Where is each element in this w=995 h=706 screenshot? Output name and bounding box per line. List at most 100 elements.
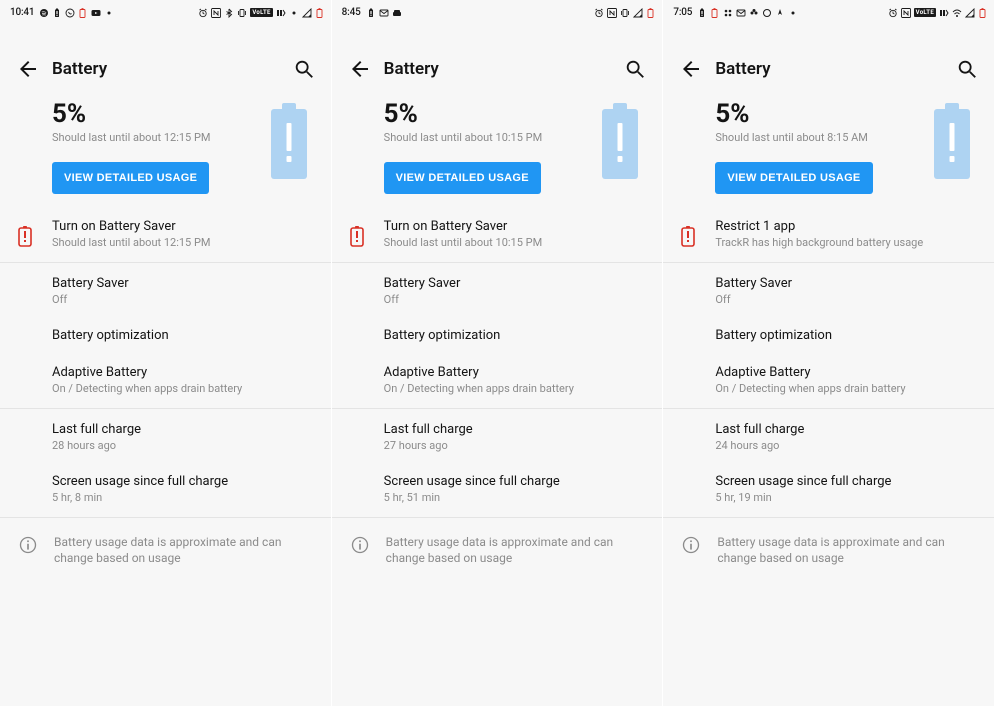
setting-sub: On / Detecting when apps drain battery — [52, 382, 315, 395]
lte-icon — [276, 8, 286, 18]
back-button[interactable] — [348, 57, 372, 81]
stat-sub: 24 hours ago — [715, 439, 978, 452]
setting-sub: On / Detecting when apps drain battery — [715, 382, 978, 395]
dot-icon — [788, 8, 798, 18]
search-button[interactable] — [624, 58, 646, 80]
status-bar: 10:41 VoLTE — [0, 0, 331, 22]
phone-pane: 8:45 Battery 5% Should last until about 10:… — [332, 0, 664, 706]
stat-sub: 27 hours ago — [384, 439, 647, 452]
status-time: 7:05 — [673, 7, 692, 18]
bluetooth-icon — [224, 8, 234, 18]
stat-row: Last full charge 28 hours ago — [0, 411, 331, 463]
setting-title: Adaptive Battery — [384, 365, 647, 380]
setting-title: Battery optimization — [715, 328, 978, 343]
back-button[interactable] — [16, 57, 40, 81]
status-time: 8:45 — [342, 7, 361, 18]
stat-row: Screen usage since full charge 5 hr, 8 mi… — [0, 463, 331, 515]
stat-sub: 5 hr, 51 min — [384, 491, 647, 504]
setting-row[interactable]: Adaptive Battery On / Detecting when apps… — [663, 354, 994, 406]
alarm-icon — [198, 8, 208, 18]
setting-row[interactable]: Battery SaverOff — [663, 265, 994, 317]
page-title: Battery — [715, 59, 956, 79]
back-button[interactable] — [679, 57, 703, 81]
info-footer: Battery usage data is approximate and ca… — [332, 520, 663, 580]
stat-sub: 28 hours ago — [52, 439, 315, 452]
stat-title: Last full charge — [715, 422, 978, 437]
vibrate-icon — [237, 8, 247, 18]
signal-icon — [965, 8, 975, 18]
gmail-icon — [379, 8, 389, 18]
stat-sub: 5 hr, 8 min — [52, 491, 315, 504]
info-footer: Battery usage data is approximate and ca… — [663, 520, 994, 580]
stat-title: Screen usage since full charge — [52, 474, 315, 489]
alert-sub: Should last until about 10:15 PM — [384, 236, 647, 249]
battery-alert-icon — [348, 225, 366, 243]
setting-row[interactable]: Battery SaverOff — [332, 265, 663, 317]
dot-icon — [104, 8, 114, 18]
setting-row[interactable]: Adaptive Battery On / Detecting when apps… — [0, 354, 331, 406]
setting-row[interactable]: Battery optimization — [663, 317, 994, 354]
gmail-icon — [736, 8, 746, 18]
nfc-icon — [901, 8, 911, 18]
circles-icon — [749, 8, 759, 18]
wifi-icon — [952, 8, 962, 18]
battery-estimate: Should last until about 10:15 PM — [384, 131, 597, 144]
battery-alert-icon — [697, 8, 707, 18]
battery-percent: 5% — [384, 99, 597, 129]
info-icon — [350, 535, 370, 555]
info-icon — [18, 535, 38, 555]
phone-pane: 7:05VoLTEBattery5%Should last until abou… — [663, 0, 995, 706]
battery-illustration-icon — [265, 101, 313, 181]
setting-row[interactable]: Battery Saver Off — [0, 265, 331, 317]
battery-alert-icon — [679, 225, 697, 243]
battery-alert-row[interactable]: Restrict 1 appTrackR has high background… — [663, 208, 994, 260]
setting-title: Adaptive Battery — [715, 365, 978, 380]
dot2-icon — [289, 8, 299, 18]
view-detailed-usage-button[interactable]: VIEW DETAILED USAGE — [384, 162, 541, 194]
status-bar: 7:05VoLTE — [663, 0, 994, 22]
battery-hero: 5%Should last until about 12:15 PMVIEW D… — [0, 91, 331, 208]
alarm-icon — [888, 8, 898, 18]
circle-icon — [762, 8, 772, 18]
alarm-icon — [594, 8, 604, 18]
setting-title: Battery Saver — [52, 276, 315, 291]
search-button[interactable] — [956, 58, 978, 80]
spotify-icon — [39, 8, 49, 18]
stat-title: Last full charge — [52, 422, 315, 437]
nfc-icon — [211, 8, 221, 18]
battery-hero: 5% Should last until about 10:15 PM VIEW D… — [332, 91, 663, 208]
stat-title: Screen usage since full charge — [715, 474, 978, 489]
page-title: Battery — [384, 59, 625, 79]
battery-illustration-icon — [928, 101, 976, 181]
battery-alert-row[interactable]: Turn on Battery SaverShould last until a… — [332, 208, 663, 260]
setting-title: Battery optimization — [52, 328, 315, 343]
setting-row[interactable]: Battery optimization — [0, 317, 331, 354]
status-bar: 8:45 — [332, 0, 663, 22]
battery-illustration-icon — [596, 101, 644, 181]
page-title: Battery — [52, 59, 293, 79]
battery-small-icon — [710, 8, 720, 18]
slack-icon — [723, 8, 733, 18]
stat-row: Last full charge 24 hours ago — [663, 411, 994, 463]
battery-alert-icon — [366, 8, 376, 18]
info-text: Battery usage data is approximate and ca… — [386, 534, 647, 566]
setting-title: Battery Saver — [384, 276, 647, 291]
setting-sub: Off — [52, 293, 315, 306]
alert-title: Turn on Battery Saver — [52, 219, 315, 234]
volte-icon: VoLTE — [250, 8, 272, 17]
battery-small-icon — [78, 8, 88, 18]
setting-row[interactable]: Battery optimization — [332, 317, 663, 354]
view-detailed-usage-button[interactable]: VIEW DETAILED USAGE — [715, 162, 872, 194]
stat-row: Last full charge 27 hours ago — [332, 411, 663, 463]
search-button[interactable] — [293, 58, 315, 80]
view-detailed-usage-button[interactable]: VIEW DETAILED USAGE — [52, 162, 209, 194]
setting-title: Adaptive Battery — [52, 365, 315, 380]
battery-alert-row[interactable]: Turn on Battery SaverShould last until a… — [0, 208, 331, 260]
battery-icon — [646, 8, 656, 18]
gps-icon — [775, 8, 785, 18]
stat-title: Last full charge — [384, 422, 647, 437]
nfc-icon — [607, 8, 617, 18]
signal-icon — [302, 8, 312, 18]
setting-row[interactable]: Adaptive BatteryOn / Detecting when apps… — [332, 354, 663, 406]
status-time: 10:41 — [10, 7, 34, 18]
